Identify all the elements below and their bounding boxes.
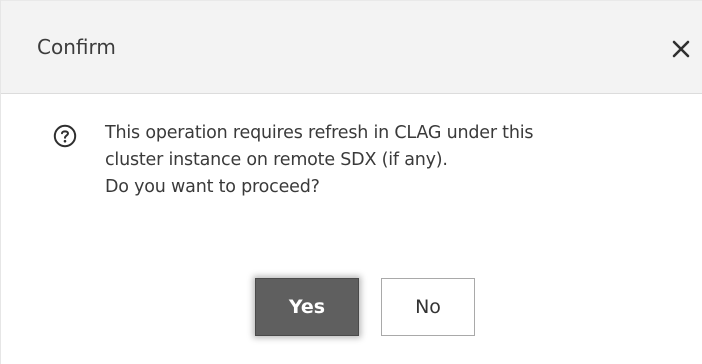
confirm-dialog: Confirm This operation requires refresh … <box>0 0 702 364</box>
message-line: Do you want to proceed? <box>105 177 320 197</box>
no-button[interactable]: No <box>381 278 475 336</box>
message-line: This operation requires refresh in CLAG … <box>105 123 534 143</box>
close-icon[interactable] <box>669 37 693 61</box>
dialog-body: This operation requires refresh in CLAG … <box>1 94 702 364</box>
dialog-header: Confirm <box>1 0 702 94</box>
message-line: cluster instance on remote SDX (if any). <box>105 150 448 170</box>
dialog-message: This operation requires refresh in CLAG … <box>105 120 675 201</box>
yes-button[interactable]: Yes <box>255 278 359 336</box>
dialog-title: Confirm <box>37 35 116 59</box>
question-circle-icon <box>53 124 77 148</box>
